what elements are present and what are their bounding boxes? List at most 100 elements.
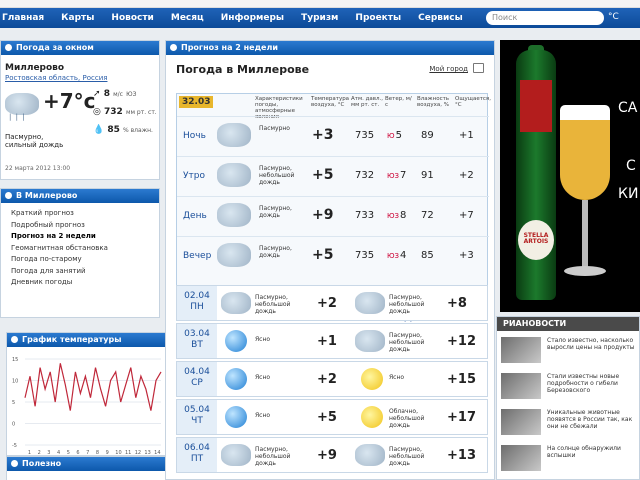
period-temp: +3 <box>312 127 334 143</box>
current-description: Пасмурно, сильный дождь <box>5 133 64 149</box>
period-name: День <box>183 211 207 221</box>
beer-advertisement[interactable]: STELLA ARTOIS СА С КИ <box>500 40 640 312</box>
humidity-drop-icon: 💧 <box>93 125 105 135</box>
news-item[interactable]: На солнце обнаружили вспышки <box>501 445 637 473</box>
beer-glass <box>560 105 610 200</box>
link-diary[interactable]: Дневник погоды <box>11 278 108 286</box>
sun-cloud-icon <box>361 406 383 428</box>
rain-cloud-icon <box>217 243 251 267</box>
col-press-header: Атм. давл., мм рт. ст. <box>351 96 384 108</box>
news-headline[interactable]: Уникальные животные появятся в России та… <box>547 409 635 430</box>
bottle-label <box>520 80 552 132</box>
news-thumbnail <box>501 337 541 363</box>
forecast-weekday: ЧТ <box>191 416 203 426</box>
forecast-date: 06.04 ПТ <box>177 438 217 472</box>
link-activities[interactable]: Погода для занятий <box>11 267 108 275</box>
region-link[interactable]: Ростовская область, Россия <box>5 74 107 82</box>
wind-dir: ЮЗ <box>126 91 137 98</box>
ria-news-logo[interactable]: РИАНОВОСТИ <box>497 317 639 331</box>
forecast-panel: Прогноз на 2 недели Погода в Миллерове М… <box>165 40 495 480</box>
temperature-graph-panel: График температуры 15 10 5 0 -5 1 2 3 4 5 6 7 8 9 10 11… <box>6 332 166 456</box>
period-wind: Ю5 <box>387 130 402 141</box>
header-bullet-icon <box>5 44 12 51</box>
news-headline[interactable]: Стало известно, насколько выросли цены н… <box>547 337 635 351</box>
unit-toggle[interactable]: °C <box>608 12 619 22</box>
pressure-gauge-icon: ◎ <box>93 107 101 117</box>
link-geomagnetic[interactable]: Геомагнитная обстановка <box>11 244 108 252</box>
forecast-weekday: СР <box>191 378 203 388</box>
period-wind: ЮЗ8 <box>387 210 406 221</box>
news-item[interactable]: Стало известно, насколько выросли цены н… <box>501 337 637 365</box>
humidity-value: 85 <box>107 125 120 135</box>
period-wind-value: 5 <box>395 130 402 141</box>
rain-cloud-icon <box>221 444 251 466</box>
night-temp: +1 <box>317 334 337 349</box>
period-name: Утро <box>183 171 205 181</box>
news-thumbnail <box>501 409 541 435</box>
my-city-link[interactable]: Мой город <box>429 65 468 73</box>
graph-y-tick: 5 <box>12 400 15 406</box>
period-pressure: 732 <box>355 170 375 181</box>
period-wind-value: 8 <box>400 210 407 221</box>
link-two-week-forecast[interactable]: Прогноз на 2 недели <box>11 232 108 240</box>
graph-y-tick: 10 <box>12 379 18 385</box>
link-old-style[interactable]: Погода по-старому <box>11 255 108 263</box>
period-wind: ЮЗ7 <box>387 170 406 181</box>
day-temp: +8 <box>447 296 467 311</box>
brand-text: STELLA ARTOIS <box>523 232 549 245</box>
clear-night-moon-icon <box>225 330 247 352</box>
glass-stem <box>582 200 588 270</box>
news-headline[interactable]: На солнце обнаружили вспышки <box>547 445 635 459</box>
nav-month[interactable]: Месяц <box>171 13 204 23</box>
city-links-header-text: В Миллерово <box>16 191 78 200</box>
useful-panel: Полезно <box>6 456 166 480</box>
night-desc: Ясно <box>255 336 271 343</box>
forecast-date: 03.04 ВТ <box>177 324 217 358</box>
news-item[interactable]: Уникальные животные появятся в России та… <box>501 409 637 437</box>
period-pressure: 735 <box>355 130 375 141</box>
forecast-header: Прогноз на 2 недели <box>166 41 494 55</box>
period-wind-value: 4 <box>400 250 407 261</box>
forecast-row: 02.04 ПН Пасмурно, небольшой дождь +2 Пас… <box>176 285 488 321</box>
news-headline[interactable]: Стали известны новые подробности о гибел… <box>547 373 635 394</box>
nav-services[interactable]: Сервисы <box>418 13 463 23</box>
city-links-header: В Миллерово <box>1 189 159 203</box>
nav-news[interactable]: Новости <box>111 13 153 23</box>
search-input[interactable]: Поиск <box>486 11 604 25</box>
forecast-date-value: 04.04 <box>184 367 210 377</box>
link-brief-forecast[interactable]: Краткий прогноз <box>11 209 108 217</box>
humidity-unit: % влажн. <box>123 127 153 134</box>
night-desc: Ясно <box>255 374 271 381</box>
current-weather-header: Погода за окном <box>1 41 159 55</box>
useful-header-text: Полезно <box>22 459 62 468</box>
current-humidity: 💧 85 % влажн. <box>93 125 153 135</box>
nav-maps[interactable]: Карты <box>61 13 94 23</box>
nav-projects[interactable]: Проекты <box>355 13 401 23</box>
pressure-unit: мм рт. ст. <box>125 109 157 116</box>
news-thumbnail <box>501 445 541 471</box>
period-desc: Пасмурно, небольшой дождь <box>259 165 295 186</box>
period-temp: +9 <box>312 207 334 223</box>
day-desc: Пасмурно, небольшой дождь <box>389 446 425 467</box>
wind-unit: м/с <box>113 91 123 98</box>
date-badge: 32.03 <box>179 96 214 108</box>
nav-informers[interactable]: Информеры <box>221 13 284 23</box>
print-icon[interactable] <box>473 63 484 73</box>
news-item[interactable]: Стали известны новые подробности о гибел… <box>501 373 637 401</box>
day-temp: +12 <box>447 334 476 349</box>
day-desc: Пасмурно, небольшой дождь <box>389 332 425 353</box>
col-temp-header: Температура воздуха, °C <box>311 96 350 108</box>
current-temp: +7°c <box>43 89 96 113</box>
day-temp: +17 <box>447 410 476 425</box>
day-desc: Пасмурно, небольшой дождь <box>389 294 425 315</box>
night-temp: +2 <box>317 372 337 387</box>
nav-home[interactable]: Главная <box>2 13 44 23</box>
period-humidity: 89 <box>421 130 434 141</box>
link-detailed-forecast[interactable]: Подробный прогноз <box>11 221 108 229</box>
period-name: Вечер <box>183 251 212 261</box>
temperature-line <box>24 363 162 411</box>
nav-tourism[interactable]: Туризм <box>301 13 338 23</box>
current-wind: ➚ 8 м/с ЮЗ <box>93 89 136 99</box>
period-feels-like: +3 <box>459 250 474 261</box>
sun-icon <box>361 368 383 390</box>
